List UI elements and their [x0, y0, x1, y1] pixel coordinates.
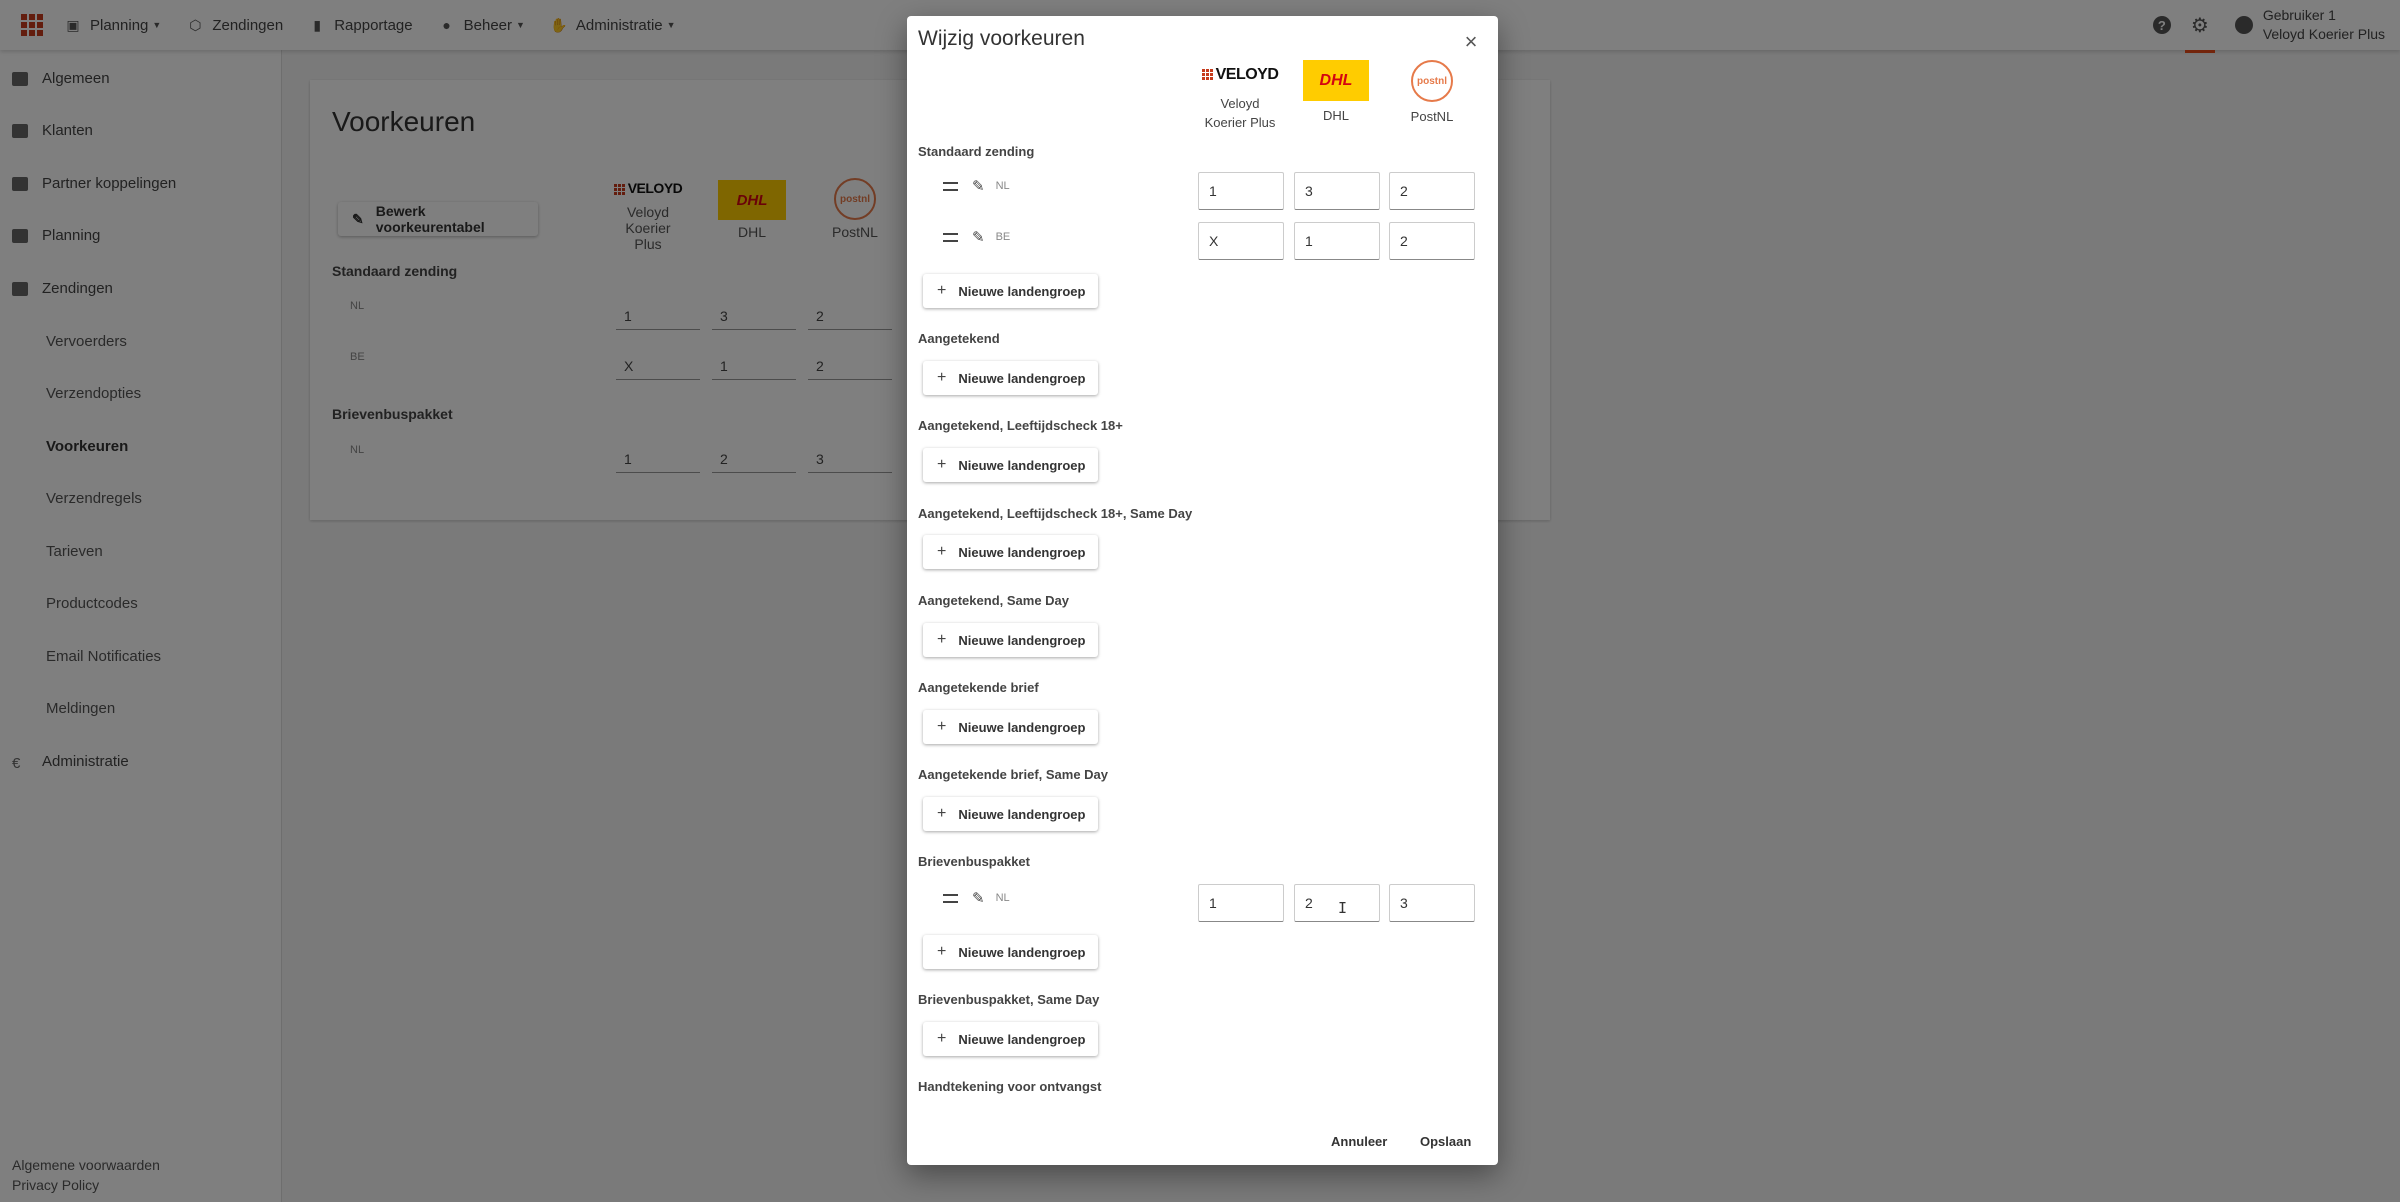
cancel-button[interactable]: Annuleer: [1331, 1134, 1387, 1149]
dialog-carrier-postnl: postnl PostNL: [1387, 60, 1477, 126]
add-country-group-button[interactable]: + Nieuwe landengroep: [923, 935, 1098, 969]
plus-icon: +: [937, 805, 947, 822]
add-country-group-label: Nieuwe landengroep: [958, 719, 1086, 735]
add-country-group-label: Nieuwe landengroep: [958, 632, 1086, 648]
section-standaard-zending: Standaard zending: [918, 144, 1035, 159]
section-aangetekende-brief-same-day: Aangetekende brief, Same Day: [918, 767, 1109, 782]
add-country-group-label: Nieuwe landengroep: [958, 544, 1086, 560]
plus-icon: +: [937, 718, 947, 735]
preference-input[interactable]: 1: [1294, 222, 1380, 260]
plus-icon: +: [937, 543, 947, 560]
add-country-group-button[interactable]: + Nieuwe landengroep: [923, 797, 1098, 831]
dialog-carrier-dhl: DHL DHL: [1291, 60, 1381, 125]
dialog-title: Wijzig voorkeuren: [918, 27, 1085, 50]
plus-icon: +: [937, 282, 947, 299]
add-country-group-button[interactable]: + Nieuwe landengroep: [923, 274, 1098, 308]
section-handtekening-voor-ontvangst: Handtekening voor ontvangst: [918, 1079, 1102, 1094]
add-country-group-label: Nieuwe landengroep: [958, 283, 1086, 299]
add-country-group-button[interactable]: + Nieuwe landengroep: [923, 1022, 1098, 1056]
add-country-group-label: Nieuwe landengroep: [958, 457, 1086, 473]
edit-preferences-dialog: Wijzig voorkeuren × VELOYD Veloyd Koerie…: [907, 16, 1498, 1165]
section-aangetekend-leeftijdscheck-same-day: Aangetekend, Leeftijdscheck 18+, Same Da…: [918, 506, 1193, 521]
veloyd-logo: VELOYD: [1195, 61, 1285, 89]
add-country-group-button[interactable]: + Nieuwe landengroep: [923, 710, 1098, 744]
dialog-carrier-veloyd: VELOYD Veloyd Koerier Plus: [1195, 61, 1285, 132]
add-country-group-label: Nieuwe landengroep: [958, 1031, 1086, 1047]
drag-handle-icon[interactable]: [943, 893, 958, 903]
country-code: NL: [995, 180, 1010, 192]
postnl-logo: postnl: [1411, 60, 1453, 102]
add-country-group-label: Nieuwe landengroep: [958, 806, 1086, 822]
add-country-group-button[interactable]: + Nieuwe landengroep: [923, 448, 1098, 482]
section-brievenbuspakket-same-day: Brievenbuspakket, Same Day: [918, 992, 1100, 1007]
text-cursor-icon: I: [1338, 899, 1348, 917]
country-code: NL: [995, 892, 1010, 904]
country-group-row: ✎ BE: [943, 228, 1010, 246]
pencil-icon[interactable]: ✎: [972, 177, 985, 195]
preference-input[interactable]: 2: [1389, 222, 1475, 260]
plus-icon: +: [937, 369, 947, 386]
preference-input[interactable]: 3: [1389, 884, 1475, 922]
carrier-name-2: Koerier Plus: [1204, 115, 1276, 130]
plus-icon: +: [937, 456, 947, 473]
section-brievenbuspakket: Brievenbuspakket: [918, 854, 1030, 869]
carrier-name: DHL: [1322, 108, 1349, 123]
pencil-icon[interactable]: ✎: [972, 889, 985, 907]
add-country-group-label: Nieuwe landengroep: [958, 370, 1086, 386]
country-code: BE: [995, 231, 1011, 243]
section-aangetekend-same-day: Aangetekend, Same Day: [918, 593, 1070, 608]
add-country-group-button[interactable]: + Nieuwe landengroep: [923, 535, 1098, 569]
preference-input[interactable]: 1: [1198, 172, 1284, 210]
add-country-group-button[interactable]: + Nieuwe landengroep: [923, 623, 1098, 657]
dhl-logo: DHL: [1303, 60, 1369, 101]
drag-handle-icon[interactable]: [943, 181, 958, 191]
preference-input[interactable]: 2: [1294, 884, 1380, 922]
preference-input[interactable]: 3: [1294, 172, 1380, 210]
carrier-name: Veloyd: [1220, 96, 1260, 111]
section-aangetekende-brief: Aangetekende brief: [918, 680, 1039, 695]
save-button[interactable]: Opslaan: [1420, 1134, 1471, 1149]
carrier-name: PostNL: [1410, 109, 1454, 124]
plus-icon: +: [937, 631, 947, 648]
close-icon[interactable]: ×: [1459, 30, 1483, 54]
section-aangetekend-leeftijdscheck: Aangetekend, Leeftijdscheck 18+: [918, 418, 1123, 433]
preference-input[interactable]: 2: [1389, 172, 1475, 210]
pencil-icon[interactable]: ✎: [972, 228, 985, 246]
drag-handle-icon[interactable]: [943, 232, 958, 242]
section-aangetekend: Aangetekend: [918, 331, 1000, 346]
plus-icon: +: [937, 943, 947, 960]
add-country-group-label: Nieuwe landengroep: [958, 944, 1086, 960]
add-country-group-button[interactable]: + Nieuwe landengroep: [923, 361, 1098, 395]
plus-icon: +: [937, 1030, 947, 1047]
country-group-row: ✎ NL: [943, 177, 1010, 195]
preference-input[interactable]: 1: [1198, 884, 1284, 922]
preference-input[interactable]: X: [1198, 222, 1284, 260]
country-group-row: ✎ NL: [943, 889, 1010, 907]
